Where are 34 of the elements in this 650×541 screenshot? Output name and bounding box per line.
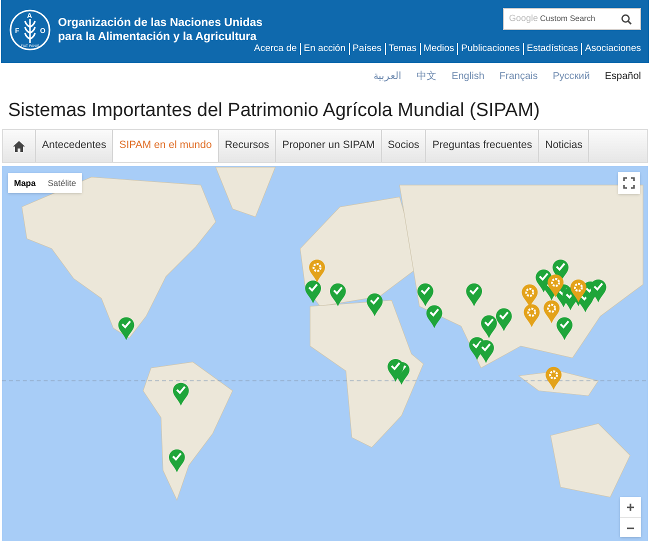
search-icon[interactable] — [621, 14, 632, 24]
nav-tab[interactable]: SIPAM en el mundo — [113, 130, 219, 162]
map-type-button[interactable]: Mapa — [8, 173, 42, 193]
zoom-in-button[interactable]: + — [620, 497, 641, 517]
nav-tab[interactable]: Recursos — [218, 130, 276, 162]
language-link[interactable]: Español — [604, 70, 641, 84]
home-icon — [13, 140, 25, 152]
nav-link[interactable]: Asociaciones — [581, 43, 641, 55]
search-brand: Google — [509, 12, 538, 26]
nav-tab[interactable]: Noticias — [539, 130, 590, 162]
page-title: Sistemas Importantes del Patrimonio Agrícola Mundial (SIPAM) — [8, 99, 541, 123]
nav-link[interactable]: Estadísticas — [522, 43, 582, 55]
nav-link[interactable]: Países — [348, 43, 385, 55]
language-link[interactable]: Русский — [552, 70, 590, 84]
org-name-line: Organización de las Naciones Unidas — [58, 16, 263, 30]
nav-link[interactable]: Medios — [420, 43, 458, 55]
nav-link[interactable]: Acerca de — [254, 43, 300, 55]
nav-tab[interactable]: Preguntas frecuentes — [426, 130, 540, 162]
search-input[interactable]: Custom Search — [540, 13, 620, 25]
nav-tab[interactable]: Proponer un SIPAM — [276, 130, 382, 162]
nav-link[interactable]: Temas — [384, 43, 420, 55]
map-type-button[interactable]: Satélite — [42, 173, 82, 193]
language-link[interactable]: العربية — [374, 70, 402, 84]
nav-link[interactable]: En acción — [300, 43, 349, 55]
language-link[interactable]: 中文 — [416, 70, 437, 84]
org-name-line: para la Alimentación y la Agricultura — [58, 30, 258, 44]
fullscreen-button[interactable] — [618, 172, 640, 194]
nav-tab[interactable]: Socios — [382, 130, 426, 162]
language-link[interactable]: Français — [499, 70, 538, 84]
nav-link[interactable]: Publicaciones — [457, 43, 523, 55]
language-link[interactable]: English — [452, 70, 484, 84]
map[interactable]: Mapa Satélite + − — [2, 166, 648, 541]
fullscreen-icon — [623, 177, 635, 189]
zoom-out-button[interactable]: − — [620, 517, 641, 537]
